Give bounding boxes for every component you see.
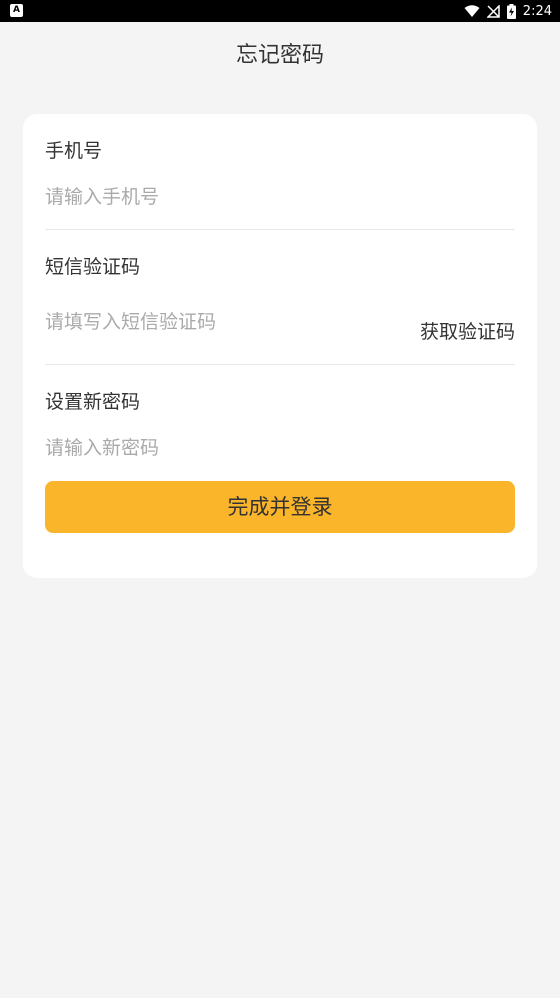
page-title: 忘记密码: [235, 43, 324, 68]
get-code-button[interactable]: 获取验证码: [420, 317, 515, 347]
divider: [45, 229, 515, 230]
wifi-icon: [464, 4, 480, 17]
phone-input[interactable]: 请输入手机号: [45, 182, 159, 212]
status-bar: A 2:24: [0, 0, 560, 22]
no-signal-icon: [486, 4, 500, 18]
new-password-input[interactable]: 请输入新密码: [45, 433, 159, 463]
divider: [45, 364, 515, 365]
sms-code-input[interactable]: 请填写入短信验证码: [45, 307, 216, 337]
forgot-password-form: 手机号 请输入手机号 短信验证码 请填写入短信验证码 获取验证码 设置新密码 请…: [23, 114, 537, 578]
status-time: 2:24: [522, 3, 552, 19]
notification-a-icon: A: [10, 4, 23, 17]
submit-login-button[interactable]: 完成并登录: [45, 481, 515, 533]
status-icons: 2:24: [464, 0, 552, 22]
sms-code-label: 短信验证码: [45, 256, 141, 278]
new-password-label: 设置新密码: [45, 391, 141, 413]
phone-label: 手机号: [45, 140, 103, 162]
battery-charging-icon: [506, 3, 516, 19]
